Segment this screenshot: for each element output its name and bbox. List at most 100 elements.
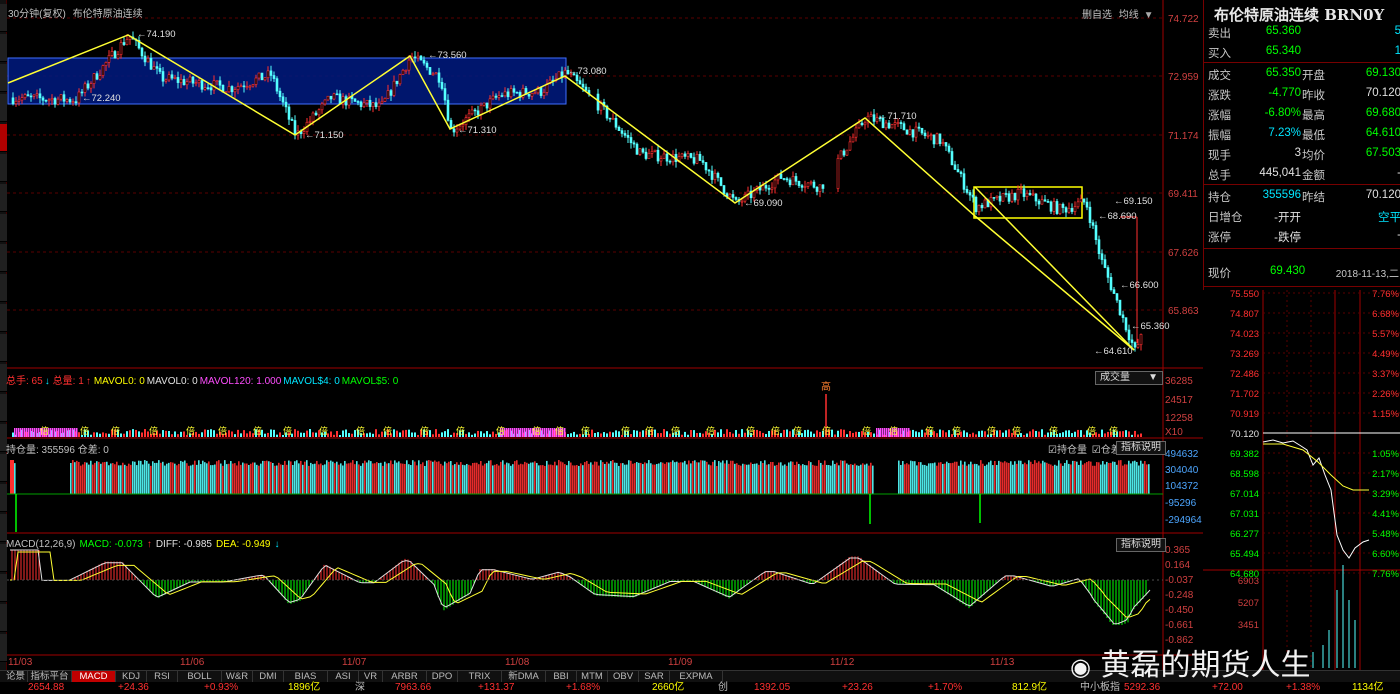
oi-bar <box>1106 461 1108 494</box>
ma-button[interactable]: 均线 <box>1119 10 1139 21</box>
quote-row: 涨跌 -4.770 昨收 70.120 <box>1204 84 1400 104</box>
oi-checkbox[interactable]: ☑ <box>1048 445 1057 456</box>
volume-bar <box>210 429 212 437</box>
candle-body <box>368 99 372 107</box>
volume-bar <box>330 431 332 437</box>
intraday-mini-svg: 75.550 7.76% 74.807 6.68% 74.023 5.57% 73.269 4… <box>1203 290 1400 670</box>
oi-bar <box>1128 460 1130 494</box>
status-item: +24.36 <box>118 682 149 693</box>
oi-bar <box>694 460 696 494</box>
candle <box>635 142 639 155</box>
oi-bar <box>102 462 104 494</box>
oi-bar <box>90 460 92 494</box>
candle-body <box>185 81 189 86</box>
candle-body <box>635 143 639 155</box>
candle-body <box>806 182 810 187</box>
oi-bar <box>810 462 812 494</box>
volume-bar <box>213 430 215 437</box>
candle <box>1058 203 1062 216</box>
candle-body <box>698 153 702 161</box>
oi-bar <box>76 460 78 494</box>
oi-bar <box>402 463 404 494</box>
oi-bar <box>1126 464 1128 494</box>
volume-bar <box>345 429 347 437</box>
oi-bar <box>506 462 508 494</box>
oi-bar <box>10 460 14 494</box>
candle-body <box>1070 207 1074 212</box>
volume-bar <box>834 434 836 437</box>
volume-mult-label: 倍 <box>581 425 590 436</box>
oi-bar <box>1112 461 1114 494</box>
oi-bar <box>484 463 486 494</box>
oi-bar <box>650 463 652 494</box>
oi-bar <box>1070 464 1072 494</box>
oi-bar <box>272 463 274 494</box>
quote-row: 涨幅 -6.80% 最高 69.680 <box>1204 104 1400 124</box>
oi-bar <box>922 464 924 494</box>
oi-bar <box>254 462 256 494</box>
volume-indicator-item: MAVOL120: 1.000 <box>199 376 282 387</box>
oi-help-button[interactable]: 指标说明 <box>1116 441 1166 455</box>
volume-bar <box>450 434 452 437</box>
oi-bar <box>404 463 406 494</box>
oi-bar <box>268 461 270 494</box>
quote-label: 总手 <box>1208 170 1231 182</box>
oi-bar <box>968 464 970 494</box>
oi-bar <box>212 465 214 494</box>
chevron-down-icon[interactable]: ▼ <box>1144 10 1154 21</box>
oi-bar <box>526 462 528 494</box>
volume-mult-label: 倍 <box>952 425 961 436</box>
oi-bar <box>332 461 334 494</box>
remove-favorite-button[interactable]: 删自选 <box>1082 10 1112 21</box>
oi-bar <box>504 464 506 494</box>
volume-dropdown[interactable]: 成交量 ▼ <box>1095 371 1163 385</box>
oi-bar <box>720 462 722 494</box>
oi-bar <box>670 461 672 494</box>
mini-right-axis-label: 7.76% <box>1372 290 1399 300</box>
candle-body <box>908 129 912 135</box>
oi-bar <box>796 461 798 494</box>
quote-value-2: 69.130 <box>1365 67 1400 79</box>
oi-diff-checkbox[interactable]: ☑ <box>1092 445 1101 456</box>
candle-body <box>119 42 123 55</box>
candle-body <box>1049 201 1053 212</box>
main-kline-chart[interactable]: 74.722 72.959 71.174 69.411 67.626 65.863 ←74.… <box>0 0 1203 670</box>
candle-body <box>965 189 969 193</box>
oi-bar <box>966 465 968 494</box>
quote-value-2: 空平 <box>1378 212 1400 224</box>
oi-bar <box>1020 460 1022 494</box>
candle-body <box>29 95 33 98</box>
candle-body <box>932 134 936 145</box>
oi-bar <box>238 461 240 494</box>
volume-bar <box>58 428 60 437</box>
period-label[interactable]: 30分钟(复权) <box>8 9 66 20</box>
volume-bar <box>165 430 167 437</box>
candle-body <box>104 62 108 66</box>
oi-bar <box>100 463 102 494</box>
candle-body <box>1106 267 1110 278</box>
oi-bar <box>1024 462 1026 494</box>
oi-bar <box>616 462 618 494</box>
candle-body <box>488 98 492 109</box>
volume-bar <box>66 428 68 437</box>
candle-body <box>452 128 456 133</box>
price-axis-label: 74.722 <box>1168 14 1199 25</box>
oi-bar <box>1028 460 1030 494</box>
candle-body <box>413 56 417 59</box>
mini-right-axis-label: 1.15% <box>1372 409 1399 420</box>
volume-bar <box>177 434 179 437</box>
volume-bar <box>1119 431 1121 437</box>
candle-body <box>266 70 270 79</box>
intraday-mini-chart[interactable]: 75.550 7.76% 74.807 6.68% 74.023 5.57% 73.269 4… <box>1203 290 1400 670</box>
oi-bar <box>1094 465 1096 494</box>
volume-bar <box>56 428 58 437</box>
oi-bar <box>544 465 546 494</box>
candle-body <box>626 135 630 138</box>
candle-body <box>92 73 96 84</box>
candle-body <box>944 142 948 147</box>
oi-bar <box>840 460 842 494</box>
status-item: +131.37 <box>478 682 515 693</box>
macd-help-button[interactable]: 指标说明 <box>1116 538 1166 552</box>
candle-body <box>275 78 279 92</box>
volume-bar <box>609 431 611 437</box>
